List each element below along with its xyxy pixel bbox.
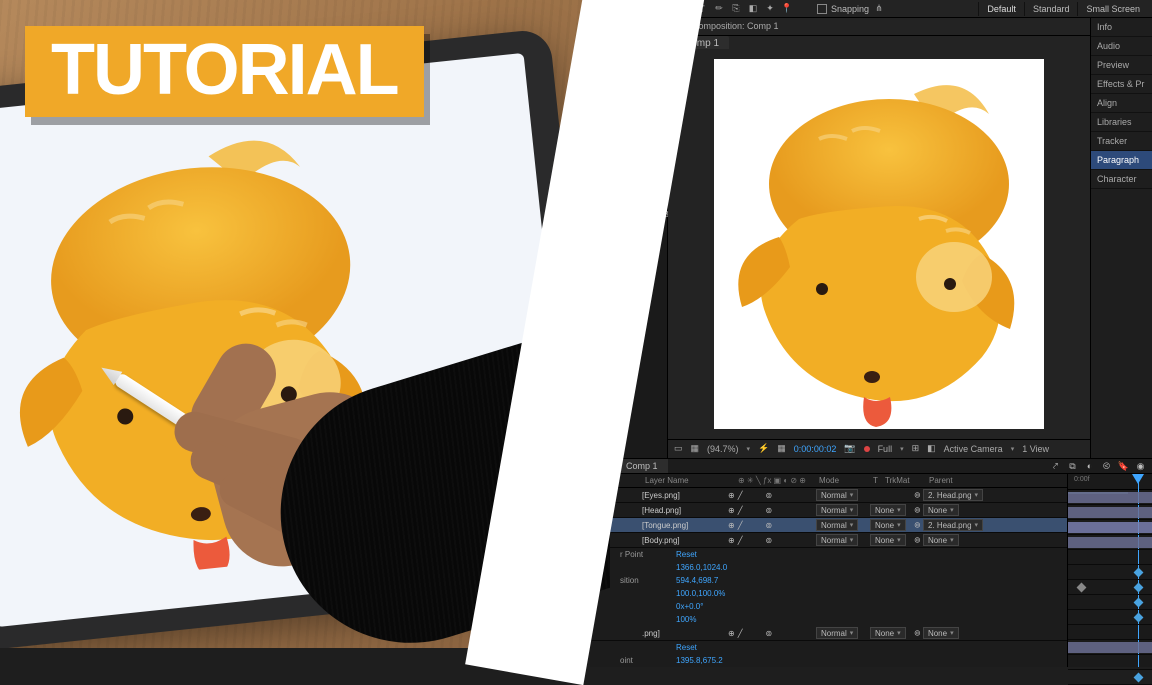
trkmat-dropdown[interactable]: None▾ [870,504,906,516]
mode-dropdown[interactable]: Normal▾ [816,489,858,501]
workspace-standard[interactable]: Standard [1024,2,1078,16]
trkmat-dropdown[interactable]: None▾ [870,627,906,639]
layer-row[interactable]: [Head.png]⊕╱⊚Normal▾None▾⊚ None▾ [590,503,1067,518]
snapping-label: Snapping [831,4,869,14]
views-dropdown[interactable]: 1 View [1022,444,1049,454]
shy-icon[interactable]: ⤤ [1050,461,1061,472]
eraser-tool-icon[interactable]: ◧ [747,3,759,15]
transform-property[interactable]: oint1395.8,675.2 [590,654,1067,667]
tag-icon[interactable]: 🔖 [1118,461,1129,472]
panel-paragraph[interactable]: Paragraph [1091,151,1152,170]
snapping-checkbox-icon[interactable] [817,4,827,14]
view-options-bar: ▭ ▦ (94.7%)▾ ⚡ ▦ 0:00:00:02 📷 Full▾ ⊞ ◧ … [668,439,1090,458]
resolution-icon[interactable]: ▦ [691,443,700,454]
stamp-tool-icon[interactable]: ⎘ [730,3,742,15]
mode-dropdown[interactable]: Normal▾ [816,519,858,531]
snapping-area[interactable]: Snapping ⋔ [817,3,885,15]
tutorial-badge: TUTORIAL [25,26,424,117]
magnification-icon[interactable]: ▭ [674,443,683,454]
guides-icon[interactable]: ⊞ [912,443,920,454]
frame-blend-icon[interactable]: ⧉ [1067,461,1078,472]
mode-dropdown[interactable]: Normal▾ [816,627,858,639]
transform-property[interactable]: 100.0,100.0% [590,587,1067,600]
parent-dropdown[interactable]: None▾ [923,534,959,546]
parent-dropdown[interactable]: 2. Head.png▾ [923,519,983,531]
comp-tabs: ≡ Composition: Comp 1 [668,18,1090,36]
transform-property[interactable]: 1366.0,1024.0 [590,561,1067,574]
col-mode[interactable]: Mode [816,476,870,485]
region-icon[interactable] [864,446,870,452]
workspace-small-screen[interactable]: Small Screen [1077,2,1148,16]
ruler-mark: 0:00f [1074,476,1090,483]
tutorial-text: TUTORIAL [51,30,398,110]
timecode-readout[interactable]: 0:00:00:02 [794,444,837,454]
layer-row[interactable]: .png] ⊕╱⊚ Normal▾ None▾ ⊚ None▾ [590,626,1067,641]
panel-info[interactable]: Info [1091,18,1152,37]
timeline-switches-right: ⤤ ⧉ ◐ ⧀ 🔖 ◉ [1050,461,1146,472]
transform-property[interactable]: 0x+0.0° [590,600,1067,613]
zoom-readout[interactable]: (94.7%) [707,444,739,454]
panel-character[interactable]: Character [1091,170,1152,189]
trkmat-dropdown[interactable]: None▾ [870,519,906,531]
roto-tool-icon[interactable]: ✦ [764,3,776,15]
right-panel-stack: InfoAudioPreviewEffects & PrAlignLibrari… [1090,18,1152,458]
panel-align[interactable]: Align [1091,94,1152,113]
motion-blur-icon[interactable]: ◐ [1084,461,1095,472]
col-t[interactable]: T [870,476,882,485]
col-layer[interactable]: Layer Name [642,476,728,485]
camera-dropdown[interactable]: Active Camera [944,444,1003,454]
transform-property[interactable]: r PointReset [590,548,1067,561]
layer-name[interactable]: .png] [642,629,728,638]
panel-audio[interactable]: Audio [1091,37,1152,56]
layer-row[interactable]: [Body.png]⊕╱⊚Normal▾None▾⊚ None▾ [590,533,1067,548]
mask-icon[interactable]: ◧ [927,443,936,454]
graph-editor-icon[interactable]: ⧀ [1101,461,1112,472]
layer-row[interactable]: [Tongue.png]⊕╱⊚Normal▾None▾⊚ 2. Head.png… [590,518,1067,533]
dog-illustration-right [714,59,1044,429]
timeline-tracks[interactable]: 0:00f 04f [1068,474,1152,667]
brush-tool-icon[interactable]: ✏ [713,3,725,15]
composition-panel: ≡ Composition: Comp 1 Comp 1 [668,18,1090,458]
col-parent[interactable]: Parent [926,476,1016,485]
timeline-tabs: ≡ Comp 1 ⤤ ⧉ ◐ ⧀ 🔖 ◉ [590,459,1152,474]
timeline-layers: Layer Name ⊕ ✳ ╲ ƒx ▣ ◐ ⊘ ⊕ Mode T TrkMa… [590,474,1068,667]
layer-row[interactable]: [Eyes.png]⊕╱⊚Normal▾⊚ 2. Head.png▾ [590,488,1067,503]
render-icon[interactable]: ◉ [1135,461,1146,472]
panel-tracker[interactable]: Tracker [1091,132,1152,151]
parent-dropdown[interactable]: None▾ [923,504,959,516]
transform-property[interactable]: 100% [590,613,1067,626]
workspace-switcher: Default Standard Small Screen [978,2,1148,16]
parent-dropdown[interactable]: None▾ [923,627,959,639]
snapshot-icon[interactable]: 📷 [844,443,855,454]
parent-dropdown[interactable]: 2. Head.png▾ [923,489,983,501]
snap-opt-icon[interactable]: ⋔ [873,3,885,15]
timeline-tab-button[interactable]: Comp 1 [616,459,668,473]
panel-effects-pr[interactable]: Effects & Pr [1091,75,1152,94]
timeline-panel: ≡ Comp 1 ⤤ ⧉ ◐ ⧀ 🔖 ◉ Layer Name ⊕ ✳ ╲ ƒx… [590,458,1152,648]
transparency-grid-icon[interactable]: ▦ [777,443,786,454]
fast-preview-icon[interactable]: ⚡ [758,443,769,454]
trkmat-dropdown[interactable]: None▾ [870,534,906,546]
comp-label: Composition: Comp 1 [692,21,779,31]
col-trkmat[interactable]: TrkMat [882,476,926,485]
layer-header: Layer Name ⊕ ✳ ╲ ƒx ▣ ◐ ⊘ ⊕ Mode T TrkMa… [590,474,1067,488]
canvas [714,59,1044,429]
mode-dropdown[interactable]: Normal▾ [816,504,858,516]
workspace-default[interactable]: Default [978,2,1024,16]
transform-property[interactable]: sition594.4,698.7 [590,574,1067,587]
puppet-tool-icon[interactable]: 📍 [781,3,793,15]
mode-dropdown[interactable]: Normal▾ [816,534,858,546]
panel-preview[interactable]: Preview [1091,56,1152,75]
canvas-viewport[interactable] [668,49,1090,439]
quality-dropdown[interactable]: Full [878,444,893,454]
panel-libraries[interactable]: Libraries [1091,113,1152,132]
